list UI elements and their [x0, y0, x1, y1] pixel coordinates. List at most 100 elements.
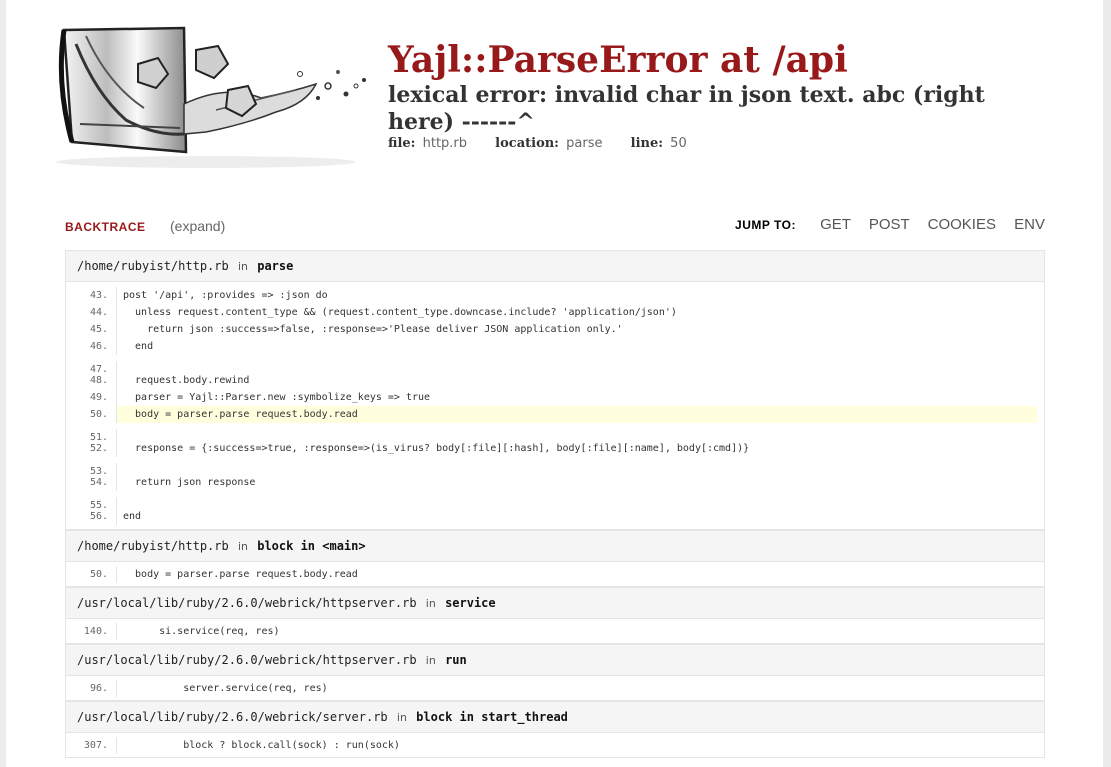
line-number: 52. [66, 440, 117, 457]
line-source: end [123, 341, 154, 352]
line-number: 48. [66, 372, 117, 389]
code-line: 51. [66, 423, 1044, 446]
frame-function-name: service [445, 596, 496, 610]
line-number: 56. [66, 508, 117, 525]
line-number: 50. [66, 406, 117, 423]
line-source: parser = Yajl::Parser.new :symbolize_key… [123, 392, 431, 403]
backtrace-frame[interactable]: /home/rubyist/http.rb in block in <main>… [65, 530, 1045, 587]
line-source: post '/api', :provides => :json do [123, 290, 328, 301]
line-source: block ? block.call(sock) : run(sock) [123, 740, 400, 751]
backtrace-frame[interactable]: /usr/local/lib/ruby/2.6.0/webrick/server… [65, 701, 1045, 758]
line-number: 49. [66, 389, 117, 406]
line-label: line: [630, 136, 664, 151]
frame-file-path: /usr/local/lib/ruby/2.6.0/webrick/server… [77, 710, 388, 724]
line-source: body = parser.parse request.body.read [123, 569, 358, 580]
sinatra-logo-glass-icon [56, 26, 366, 168]
frame-file-path: /home/rubyist/http.rb [77, 259, 229, 273]
backtrace-bar: BACKTRACE (expand) JUMP TO: GET POST COO… [65, 216, 1045, 238]
code-line: 55. [66, 491, 1044, 514]
code-snippet: 140. si.service(req, res) [66, 619, 1044, 644]
backtrace-heading: BACKTRACE [65, 220, 146, 234]
frame-header[interactable]: /usr/local/lib/ruby/2.6.0/webrick/httpse… [66, 588, 1044, 619]
code-line-highlighted: 50. body = parser.parse request.body.rea… [66, 406, 1044, 423]
error-location-meta: file: http.rb location: parse line: 50 [388, 136, 711, 151]
jump-env-link[interactable]: ENV [1014, 216, 1045, 233]
jump-get-link[interactable]: GET [820, 216, 851, 233]
line-source [117, 491, 123, 508]
line-source [117, 423, 123, 440]
line-source: response = {:success=>true, :response=>(… [123, 443, 750, 454]
frame-header[interactable]: /usr/local/lib/ruby/2.6.0/webrick/httpse… [66, 645, 1044, 676]
frame-file-path: /usr/local/lib/ruby/2.6.0/webrick/httpse… [77, 653, 417, 667]
frame-in-label: in [425, 597, 436, 610]
code-line: 47. [66, 355, 1044, 378]
code-line: 44. unless request.content_type && (requ… [66, 304, 1044, 321]
code-line: 46. end [66, 338, 1044, 355]
jump-to-nav: JUMP TO: GET POST COOKIES ENV [735, 216, 1045, 233]
frame-file-path: /home/rubyist/http.rb [77, 539, 229, 553]
line-source [117, 457, 123, 474]
jump-to-label: JUMP TO: [735, 218, 796, 232]
frame-header[interactable]: /home/rubyist/http.rb in parse [66, 251, 1044, 282]
jump-cookies-link[interactable]: COOKIES [928, 216, 996, 233]
file-label: file: [388, 136, 416, 151]
line-source: unless request.content_type && (request.… [123, 307, 677, 318]
backtrace-frame[interactable]: /usr/local/lib/ruby/2.6.0/webrick/httpse… [65, 587, 1045, 644]
code-line: 96. server.service(req, res) [66, 680, 1044, 697]
frame-in-label: in [237, 260, 248, 273]
code-line: 53. [66, 457, 1044, 480]
code-line: 54. return json response [66, 474, 1044, 491]
line-number: 43. [66, 287, 117, 304]
backtrace-frames: /home/rubyist/http.rb in parse 43. post '/… [65, 250, 1045, 758]
page-title: Yajl::ParseError at /api [388, 39, 848, 81]
line-source: request.body.rewind [123, 375, 250, 386]
error-page: Yajl::ParseError at /api lexical error: … [6, 0, 1103, 767]
line-number: 44. [66, 304, 117, 321]
line-source: si.service(req, res) [123, 626, 280, 637]
code-snippet: 307. block ? block.call(sock) : run(sock… [66, 733, 1044, 758]
line-number: 50. [66, 566, 117, 583]
frame-function-name: run [445, 653, 467, 667]
frame-in-label: in [237, 540, 248, 553]
jump-post-link[interactable]: POST [869, 216, 910, 233]
line-source: return json response [123, 477, 256, 488]
location-label: location: [495, 136, 559, 151]
code-snippet: 96. server.service(req, res) [66, 676, 1044, 701]
code-line: 48. request.body.rewind [66, 372, 1044, 389]
code-snippet: 43. post '/api', :provides => :json do 44.… [66, 282, 1044, 530]
backtrace-frame[interactable]: /home/rubyist/http.rb in parse 43. post '/… [65, 250, 1045, 530]
line-number: 96. [66, 680, 117, 697]
code-line: 52. response = {:success=>true, :respons… [66, 440, 1044, 457]
frame-file-path: /usr/local/lib/ruby/2.6.0/webrick/httpse… [77, 596, 417, 610]
line-value: 50 [670, 136, 687, 151]
frame-function-name: parse [257, 259, 294, 273]
location-value: parse [566, 136, 603, 151]
line-number: 45. [66, 321, 117, 338]
line-number: 307. [66, 737, 117, 754]
line-source [117, 355, 123, 372]
frame-function-name: block in <main> [257, 539, 366, 553]
code-line: 50. body = parser.parse request.body.rea… [66, 566, 1044, 583]
frame-header[interactable]: /usr/local/lib/ruby/2.6.0/webrick/server… [66, 702, 1044, 733]
code-line: 307. block ? block.call(sock) : run(sock… [66, 737, 1044, 754]
code-line: 56. end [66, 508, 1044, 525]
code-line: 49. parser = Yajl::Parser.new :symbolize… [66, 389, 1044, 406]
file-value: http.rb [422, 136, 468, 151]
code-line: 43. post '/api', :provides => :json do [66, 287, 1044, 304]
line-number: 54. [66, 474, 117, 491]
frame-function-name: block in start_thread [416, 710, 568, 724]
line-number: 140. [66, 623, 117, 640]
expand-toggle[interactable]: (expand) [170, 218, 225, 234]
line-source: body = parser.parse request.body.read [117, 406, 1037, 423]
line-number: 46. [66, 338, 117, 355]
frame-in-label: in [396, 711, 407, 724]
line-source: return json :success=>false, :response=>… [123, 324, 623, 335]
error-message: lexical error: invalid char in json text… [388, 82, 985, 135]
frame-header[interactable]: /home/rubyist/http.rb in block in <main> [66, 531, 1044, 562]
line-source: server.service(req, res) [123, 683, 328, 694]
frame-in-label: in [425, 654, 436, 667]
code-line: 45. return json :success=>false, :respon… [66, 321, 1044, 338]
line-source: end [123, 511, 142, 522]
backtrace-frame[interactable]: /usr/local/lib/ruby/2.6.0/webrick/httpse… [65, 644, 1045, 701]
code-snippet: 50. body = parser.parse request.body.rea… [66, 562, 1044, 587]
